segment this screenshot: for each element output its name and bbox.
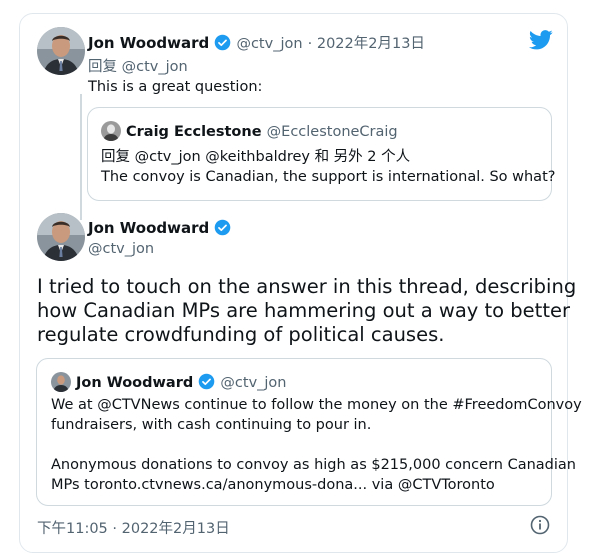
author-handle: @EcclestoneCraig <box>266 124 398 140</box>
avatar <box>51 372 71 392</box>
avatar[interactable] <box>37 27 85 75</box>
verified-badge-icon <box>199 373 215 390</box>
verified-badge-icon <box>215 34 231 51</box>
reply-to-label: 回复 @ctv_jon @keithbaldrey 和 另外 2 个人 <box>101 149 411 165</box>
tweet-text-line: I tried to touch on the answer in this t… <box>37 275 577 298</box>
info-icon[interactable] <box>530 515 550 535</box>
tweet-text: This is a great question: <box>88 79 263 95</box>
author-name[interactable]: Jon Woodward <box>88 219 209 237</box>
author-name: Jon Woodward <box>76 375 194 391</box>
author-handle[interactable]: @ctv_jon <box>236 36 302 52</box>
quoted-header: Craig Ecclestone @EcclestoneCraig <box>126 121 398 140</box>
tweet-header: Jon Woodward <box>88 218 231 237</box>
verified-badge-icon <box>215 219 231 236</box>
author-handle: @ctv_jon <box>220 375 287 391</box>
author-name: Craig Ecclestone <box>126 124 262 140</box>
quoted-tweet[interactable]: Craig Ecclestone @EcclestoneCraig 回复 @ct… <box>87 107 556 201</box>
quoted-header: Jon Woodward @ctv_jon <box>76 372 287 391</box>
tweet-header: Jon Woodward @ctv_jon · 2022年2月13日 <box>88 32 425 53</box>
quoted-text-line: fundraisers, with cash continuing to pou… <box>51 417 372 433</box>
quoted-text: The convoy is Canadian, the support is i… <box>101 169 556 185</box>
quoted-text-line: We at @CTVNews continue to follow the mo… <box>51 397 582 413</box>
quoted-text-line: Anonymous donations to convoy as high as… <box>51 457 576 473</box>
embedded-tweet-card: Jon Woodward @ctv_jon · 2022年2月13日 回复 @c… <box>19 13 582 553</box>
avatar <box>101 121 121 141</box>
tweet-text-line: how Canadian MPs are hammering out a way… <box>37 299 570 322</box>
tweet-date[interactable]: · 2022年2月13日 <box>308 36 425 52</box>
reply-to-label[interactable]: 回复 @ctv_jon <box>88 55 188 76</box>
author-handle[interactable]: @ctv_jon <box>88 241 154 257</box>
twitter-bird-icon[interactable] <box>529 30 553 50</box>
quoted-text-line: MPs toronto.ctvnews.ca/anonymous-dona...… <box>51 477 495 493</box>
tweet-timestamp[interactable]: 下午11:05 · 2022年2月13日 <box>37 517 230 538</box>
author-name[interactable]: Jon Woodward <box>88 34 209 52</box>
avatar[interactable] <box>37 213 85 261</box>
tweet-text-line: regulate crowdfunding of political cause… <box>37 323 445 346</box>
quoted-tweet[interactable]: Jon Woodward @ctv_jon We at @CTVNews con… <box>36 358 582 506</box>
thread-connector <box>80 94 82 220</box>
